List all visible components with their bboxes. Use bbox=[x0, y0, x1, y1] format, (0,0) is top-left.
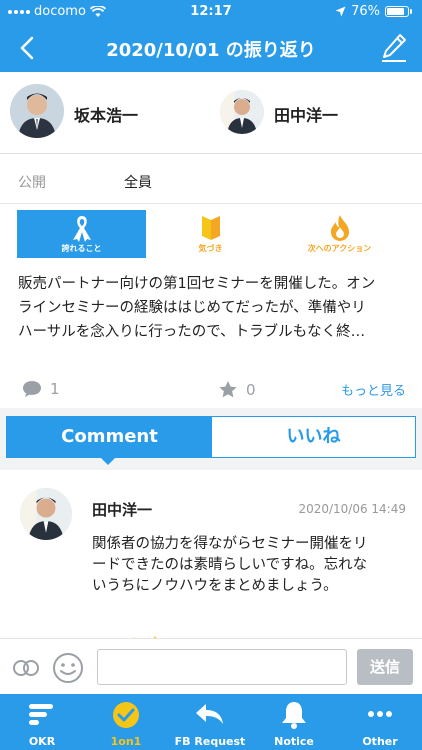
emoji-icon[interactable] bbox=[52, 652, 84, 684]
next-item-peek bbox=[0, 628, 422, 638]
reply-arrow-icon bbox=[196, 704, 223, 724]
avatar-left[interactable] bbox=[10, 84, 64, 138]
like-count-value: 0 bbox=[246, 380, 256, 399]
segment-like[interactable]: いいね bbox=[212, 417, 415, 457]
tab-1on1[interactable]: 1on1 bbox=[84, 694, 168, 750]
reflection-text: 販売パートナー向けの第1回セミナーを開催した。オン ラインセミナーの経験ははじめ… bbox=[18, 272, 408, 344]
comment-count[interactable]: 1 bbox=[22, 380, 60, 398]
page-title: 2020/10/01 の振り返り bbox=[106, 40, 316, 61]
nav-bar: 2020/10/01 の振り返り bbox=[0, 24, 422, 72]
comment-item: 田中洋一 2020/10/06 14:49 関係者の協力を得ながらセミナー開催を… bbox=[0, 478, 422, 628]
tab-proud-label: 誇れること bbox=[61, 244, 102, 253]
tab-awareness[interactable]: 気づき bbox=[146, 210, 275, 258]
more-icon bbox=[368, 711, 392, 717]
tab-next-action-label: 次へのアクション bbox=[307, 244, 372, 253]
comment-line: ードできたのは素晴らしいですね。忘れな bbox=[92, 557, 368, 573]
reflection-line: ラインセミナーの経験ははじめてだったが、準備やリ bbox=[18, 300, 366, 316]
reflection-line: ハーサルを念入りに行ったので、トラブルもなく終… bbox=[18, 324, 366, 340]
tab-okr[interactable]: OKR bbox=[0, 694, 84, 750]
star-icon bbox=[219, 381, 237, 398]
tab-1on1-label: 1on1 bbox=[110, 735, 142, 748]
beginner-mark-icon bbox=[201, 216, 220, 240]
bell-icon bbox=[282, 702, 306, 729]
flame-icon bbox=[330, 215, 349, 241]
person-photo-icon bbox=[220, 90, 264, 134]
segment-control: Comment いいね bbox=[6, 416, 416, 458]
tab-other-label: Other bbox=[362, 735, 398, 748]
visibility-row: 公開 全員 bbox=[0, 158, 422, 204]
right-person-name: 田中洋一 bbox=[274, 106, 339, 125]
check-circle-icon bbox=[113, 702, 139, 728]
location-icon bbox=[335, 6, 346, 17]
link-icon[interactable] bbox=[12, 657, 40, 679]
tab-proud[interactable]: 誇れること bbox=[17, 210, 146, 258]
okr-icon bbox=[29, 704, 53, 725]
avatar-right[interactable] bbox=[220, 90, 264, 134]
like-count[interactable]: 0 bbox=[218, 380, 256, 399]
comment-line: いうちにノウハウをまとめましょう。 bbox=[92, 578, 338, 594]
tab-notice[interactable]: Notice bbox=[252, 694, 336, 750]
person-photo-icon bbox=[20, 488, 72, 540]
comment-count-value: 1 bbox=[50, 380, 60, 398]
tab-fb-request[interactable]: FB Request bbox=[168, 694, 252, 750]
battery-icon bbox=[385, 6, 409, 17]
visibility-label: 公開 bbox=[18, 175, 46, 191]
tab-okr-label: OKR bbox=[28, 735, 56, 748]
comment-date: 2020/10/06 14:49 bbox=[298, 502, 406, 516]
battery-tip bbox=[410, 9, 412, 14]
status-right: 76% bbox=[335, 4, 412, 19]
left-person-name: 坂本浩一 bbox=[74, 106, 139, 125]
speech-bubble-icon bbox=[23, 381, 41, 397]
comment-line: 関係者の協力を得ながらセミナー開催をリ bbox=[92, 536, 368, 552]
reflection-tabs: 誇れること 気づき 次へのアクション bbox=[17, 210, 405, 258]
participants: 坂本浩一 田中洋一 bbox=[0, 74, 422, 154]
visibility-value: 全員 bbox=[124, 175, 152, 191]
edit-pencil-icon[interactable] bbox=[380, 32, 408, 64]
stats-row: 1 0 もっと見る bbox=[0, 374, 422, 408]
bottom-tab-bar: OKR 1on1 FB Request Notice Other bbox=[0, 694, 422, 750]
comment-text: 関係者の協力を得ながらセミナー開催をリ ードできたのは素晴らしいですね。忘れな … bbox=[92, 534, 402, 597]
segment-comment[interactable]: Comment bbox=[7, 417, 212, 457]
tab-next-action[interactable]: 次へのアクション bbox=[275, 210, 404, 258]
tab-notice-label: Notice bbox=[274, 735, 314, 748]
tab-fb-request-label: FB Request bbox=[174, 735, 246, 748]
comment-input[interactable] bbox=[97, 649, 347, 685]
comment-author: 田中洋一 bbox=[92, 501, 153, 519]
person-photo-icon bbox=[10, 84, 64, 138]
segment-indicator bbox=[100, 457, 116, 465]
status-bar: docomo 12:17 76% bbox=[0, 0, 422, 24]
tab-other[interactable]: Other bbox=[338, 694, 422, 750]
back-chevron-icon[interactable] bbox=[14, 34, 42, 62]
send-button[interactable]: 送信 bbox=[357, 649, 413, 685]
tab-awareness-label: 気づき bbox=[198, 244, 223, 253]
battery-percent: 76% bbox=[351, 4, 380, 19]
comment-avatar[interactable] bbox=[20, 488, 72, 540]
reflection-line: 販売パートナー向けの第1回セミナーを開催した。オン bbox=[18, 276, 376, 292]
ribbon-icon bbox=[72, 216, 91, 242]
comment-input-bar: 送信 bbox=[0, 638, 422, 694]
see-more-link[interactable]: もっと見る bbox=[341, 380, 406, 399]
